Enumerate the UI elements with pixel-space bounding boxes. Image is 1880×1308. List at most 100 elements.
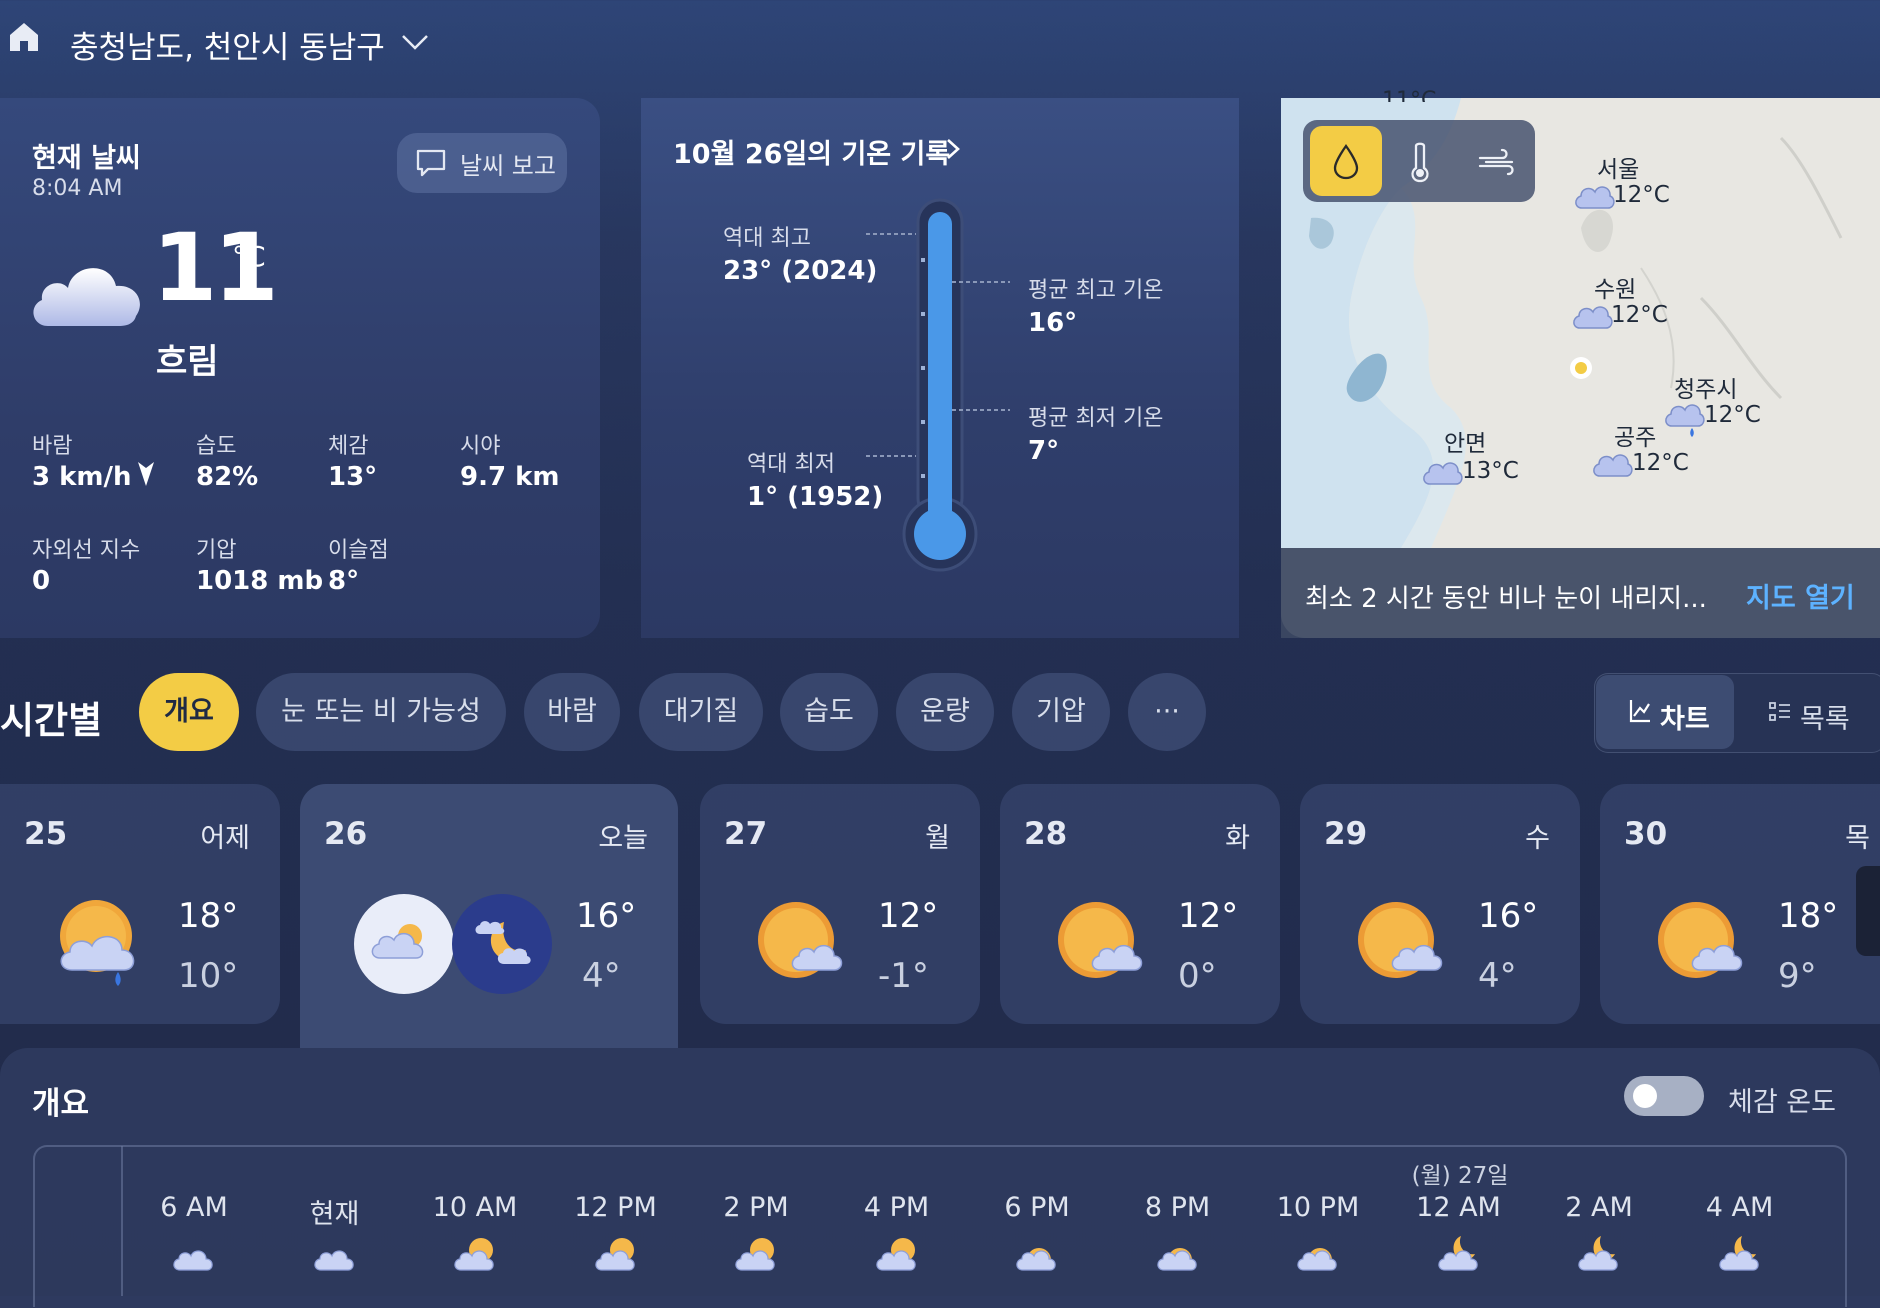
map-city-cheongju[interactable]: 청주시 — [1674, 370, 1737, 404]
day-name: 오늘 — [598, 823, 648, 854]
stat-wind-label: 바람 — [32, 434, 73, 459]
hour-label: 10 PM — [1276, 1192, 1360, 1223]
tab-overview[interactable]: 개요 — [139, 673, 239, 751]
cloud-icon — [1423, 462, 1463, 485]
view-chart-label: 차트 — [1660, 704, 1710, 735]
tab-wind[interactable]: 바람 — [524, 673, 620, 751]
sun-cloud-icon — [594, 1238, 635, 1271]
day-card-25[interactable]: 25 어제 18° 10° — [0, 784, 280, 1024]
scroll-right-handle[interactable] — [1856, 866, 1880, 956]
day-number: 27 — [724, 816, 768, 852]
day-low: 9° — [1778, 956, 1817, 996]
stat-humidity-label: 습도 — [196, 434, 237, 459]
stat-uv-label: 자외선 지수 — [32, 538, 141, 563]
map-city-seoul[interactable]: 서울 — [1597, 150, 1639, 184]
sun-cloud-rain-icon — [60, 900, 135, 986]
weather-report-label: 날씨 보고 — [460, 152, 556, 180]
droplet-icon — [1333, 144, 1359, 180]
hour-label: 4 PM — [863, 1192, 930, 1223]
stat-pressure-label: 기압 — [196, 538, 237, 563]
cloud-rain-icon — [1665, 404, 1705, 437]
day-high: 18° — [178, 896, 239, 936]
current-condition: 흐림 — [156, 342, 219, 382]
day-name: 월 — [925, 823, 950, 854]
hour-label: 10 AM — [432, 1192, 518, 1223]
sunset-cloud-icon — [1016, 1248, 1056, 1271]
map-city-suwon-temp: 12°C — [1611, 302, 1668, 328]
moon-cloud-icon — [1718, 1236, 1759, 1271]
tab-cloud-cover[interactable]: 운량 — [896, 673, 994, 751]
record-high-value: 23° (2024) — [723, 256, 878, 286]
stat-visibility-label: 시야 — [460, 434, 501, 459]
day-low: -1° — [878, 956, 929, 996]
day-card-29[interactable]: 29 수 16° 4° — [1300, 784, 1580, 1024]
chevron-down-icon[interactable] — [400, 30, 430, 54]
day-high: 16° — [1478, 896, 1539, 936]
day-low: 10° — [178, 956, 239, 996]
sun-cloud-icon — [875, 1238, 916, 1271]
day-number: 26 — [324, 816, 368, 852]
day-card-26[interactable]: 26 오늘 16° 4° — [300, 784, 678, 1048]
current-weather-title: 현재 날씨 — [32, 143, 141, 174]
day-card-30[interactable]: 30 목 18° 9° — [1600, 784, 1880, 1024]
home-icon[interactable] — [6, 18, 42, 54]
date-marker: (월) 27일 — [1411, 1163, 1509, 1189]
map-city-anmyeon-temp: 13°C — [1462, 458, 1519, 484]
stat-dewpoint-label: 이슬점 — [328, 538, 389, 563]
tab-precipitation[interactable]: 눈 또는 비 가능성 — [256, 673, 506, 751]
hour-label: 8 PM — [1144, 1192, 1211, 1223]
day-number: 30 — [1624, 816, 1668, 852]
thermometer-markers — [866, 233, 1010, 457]
hour-label: 6 PM — [1004, 1192, 1070, 1223]
day-card-27[interactable]: 27 월 12° -1° — [700, 784, 980, 1024]
view-list-label[interactable]: 목록 — [1800, 697, 1850, 736]
stat-visibility-value: 9.7 km — [460, 462, 560, 492]
cloud-icon — [173, 1250, 213, 1271]
tab-pressure[interactable]: 기압 — [1012, 673, 1110, 751]
avg-low-label: 평균 최저 기온 — [1028, 406, 1164, 431]
moon-cloud-icon — [1437, 1236, 1478, 1271]
list-icon[interactable] — [1768, 700, 1792, 724]
map-city-cheongju-temp: 12°C — [1704, 402, 1761, 428]
avg-high-label: 평균 최고 기온 — [1028, 278, 1164, 303]
map-city-seoul-temp: 12°C — [1613, 182, 1670, 208]
wind-direction-icon — [138, 462, 154, 486]
current-time: 8:04 AM — [32, 176, 123, 201]
sun-cloud-icon — [1058, 902, 1143, 978]
sun-cloud-icon — [1358, 902, 1443, 978]
chart-icon — [1629, 700, 1650, 723]
hour-label: 6 AM — [160, 1192, 228, 1223]
day-name: 화 — [1225, 823, 1250, 854]
cloud-icon — [313, 1250, 354, 1271]
hour-label: 12 PM — [574, 1192, 657, 1223]
day-card-28[interactable]: 28 화 12° 0° — [1000, 784, 1280, 1024]
sun-cloud-icon — [758, 902, 843, 978]
map-city-gongju-temp: 12°C — [1632, 450, 1689, 476]
tab-humidity[interactable]: 습도 — [780, 673, 878, 751]
map-city-suwon[interactable]: 수원 — [1594, 270, 1636, 304]
day-number: 25 — [24, 816, 68, 852]
day-high: 12° — [878, 896, 939, 936]
moon-cloud-icon — [1578, 1236, 1618, 1271]
sun-cloud-icon — [454, 1238, 494, 1271]
hour-label: 2 AM — [1565, 1192, 1633, 1223]
thermometer-icon[interactable] — [1404, 140, 1436, 184]
chat-bubble-icon — [416, 149, 446, 177]
temperature-record-title[interactable]: 10월 26일의 기온 기록 — [673, 132, 950, 171]
map-city-anmyeon[interactable]: 안면 — [1444, 424, 1486, 458]
day-high: 16° — [576, 896, 637, 936]
night-moon-cloud-icon — [452, 894, 552, 994]
stat-dewpoint-value: 8° — [328, 566, 360, 596]
tab-more[interactable]: ··· — [1128, 673, 1206, 751]
day-high: 12° — [1178, 896, 1239, 936]
day-high: 18° — [1778, 896, 1839, 936]
open-map-link[interactable]: 지도 열기 — [1746, 576, 1855, 615]
tab-air-quality[interactable]: 대기질 — [639, 673, 763, 751]
location-selector[interactable]: 충청남도, 천안시 동남구 — [70, 22, 385, 67]
day-number: 29 — [1324, 816, 1368, 852]
stat-wind-value: 3 km/h — [32, 462, 132, 492]
cloud-icon — [1573, 306, 1613, 329]
day-low: 4° — [582, 956, 621, 996]
map-city-gongju[interactable]: 공주 — [1614, 418, 1656, 452]
wind-icon[interactable] — [1476, 146, 1516, 178]
